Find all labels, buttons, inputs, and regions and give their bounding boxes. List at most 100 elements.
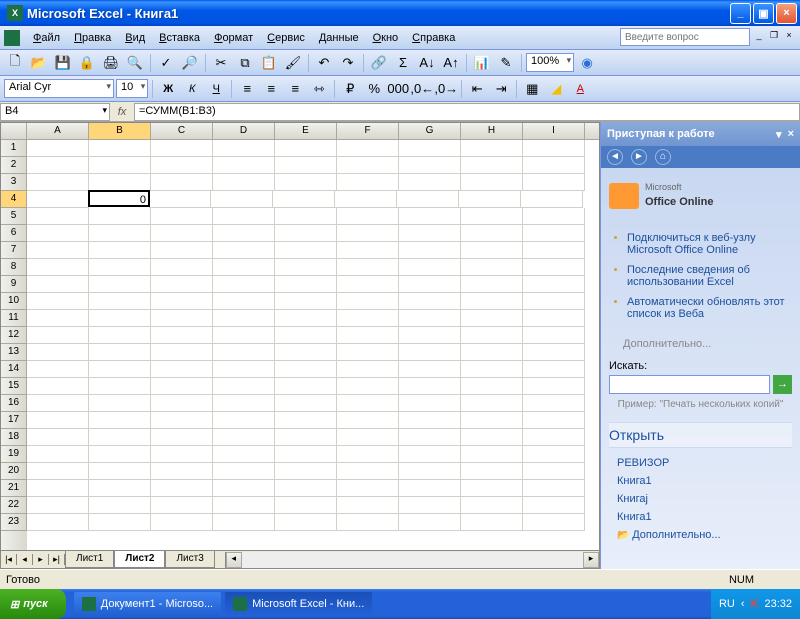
cell-F2[interactable]: [337, 157, 399, 174]
cell-F20[interactable]: [337, 463, 399, 480]
col-header-H[interactable]: H: [461, 123, 523, 139]
cell-B6[interactable]: [89, 225, 151, 242]
redo-button[interactable]: ↷: [337, 52, 359, 74]
align-right-button[interactable]: ≡: [284, 78, 306, 100]
row-header-3[interactable]: 3: [1, 174, 27, 191]
cell-F17[interactable]: [337, 412, 399, 429]
row-header-22[interactable]: 22: [1, 497, 27, 514]
recent-file-link[interactable]: Книга1: [617, 472, 784, 490]
row-header-11[interactable]: 11: [1, 310, 27, 327]
cell-F21[interactable]: [337, 480, 399, 497]
cell-F6[interactable]: [337, 225, 399, 242]
cell-C19[interactable]: [151, 446, 213, 463]
decrease-decimal-button[interactable]: ,0→: [435, 78, 457, 100]
cell-F7[interactable]: [337, 242, 399, 259]
cell-B17[interactable]: [89, 412, 151, 429]
help-button[interactable]: ◉: [576, 52, 598, 74]
start-button[interactable]: ⊞пуск: [0, 589, 66, 619]
cell-I10[interactable]: [523, 293, 585, 310]
cell-D13[interactable]: [213, 344, 275, 361]
taskpane-back-icon[interactable]: ◄: [607, 149, 623, 165]
tab-next-button[interactable]: ▸: [33, 554, 49, 565]
cell-F16[interactable]: [337, 395, 399, 412]
spellcheck-button[interactable]: ✓: [155, 52, 177, 74]
cell-E12[interactable]: [275, 327, 337, 344]
col-header-B[interactable]: B: [89, 123, 151, 139]
cell-A1[interactable]: [27, 140, 89, 157]
cell-G3[interactable]: [399, 174, 461, 191]
cell-G11[interactable]: [399, 310, 461, 327]
cell-I9[interactable]: [523, 276, 585, 293]
cell-A22[interactable]: [27, 497, 89, 514]
row-header-15[interactable]: 15: [1, 378, 27, 395]
menu-Сервис[interactable]: Сервис: [260, 29, 312, 47]
cell-E16[interactable]: [275, 395, 337, 412]
cell-E23[interactable]: [275, 514, 337, 531]
row-header-12[interactable]: 12: [1, 327, 27, 344]
cell-A23[interactable]: [27, 514, 89, 531]
row-header-6[interactable]: 6: [1, 225, 27, 242]
sort-asc-button[interactable]: A↓: [416, 52, 438, 74]
italic-button[interactable]: К: [181, 78, 203, 100]
row-header-5[interactable]: 5: [1, 208, 27, 225]
cell-C8[interactable]: [151, 259, 213, 276]
cell-H13[interactable]: [461, 344, 523, 361]
cell-F9[interactable]: [337, 276, 399, 293]
row-header-7[interactable]: 7: [1, 242, 27, 259]
cell-A16[interactable]: [27, 395, 89, 412]
permissions-button[interactable]: 🔒: [76, 52, 98, 74]
cell-F5[interactable]: [337, 208, 399, 225]
mdi-close[interactable]: ×: [782, 30, 796, 42]
cell-G18[interactable]: [399, 429, 461, 446]
cell-H3[interactable]: [461, 174, 523, 191]
cell-A10[interactable]: [27, 293, 89, 310]
cell-E3[interactable]: [275, 174, 337, 191]
cell-C16[interactable]: [151, 395, 213, 412]
cell-E6[interactable]: [275, 225, 337, 242]
cell-C11[interactable]: [151, 310, 213, 327]
taskpane-more-link[interactable]: Дополнительно...: [623, 338, 792, 350]
cell-I1[interactable]: [523, 140, 585, 157]
cell-G23[interactable]: [399, 514, 461, 531]
cell-H9[interactable]: [461, 276, 523, 293]
row-header-17[interactable]: 17: [1, 412, 27, 429]
percent-button[interactable]: %: [363, 78, 385, 100]
cell-B2[interactable]: [89, 157, 151, 174]
open-more-link[interactable]: Дополнительно...: [617, 526, 784, 544]
cell-E21[interactable]: [275, 480, 337, 497]
cell-D3[interactable]: [213, 174, 275, 191]
taskbar-item[interactable]: Microsoft Excel - Кни...: [225, 592, 372, 616]
cell-A13[interactable]: [27, 344, 89, 361]
tab-first-button[interactable]: |◂: [1, 554, 17, 565]
cell-A15[interactable]: [27, 378, 89, 395]
increase-decimal-button[interactable]: ,0←: [411, 78, 433, 100]
cell-C15[interactable]: [151, 378, 213, 395]
cell-E9[interactable]: [275, 276, 337, 293]
cell-E7[interactable]: [275, 242, 337, 259]
comma-button[interactable]: 000: [387, 78, 409, 100]
cut-button[interactable]: ✂: [210, 52, 232, 74]
menu-Правка[interactable]: Правка: [67, 29, 118, 47]
cell-H12[interactable]: [461, 327, 523, 344]
cell-I4[interactable]: [521, 191, 583, 208]
cell-H6[interactable]: [461, 225, 523, 242]
cell-E22[interactable]: [275, 497, 337, 514]
cell-C17[interactable]: [151, 412, 213, 429]
cell-G16[interactable]: [399, 395, 461, 412]
cell-H23[interactable]: [461, 514, 523, 531]
cell-E1[interactable]: [275, 140, 337, 157]
horizontal-scrollbar[interactable]: ◂▸: [225, 552, 599, 568]
col-header-F[interactable]: F: [337, 123, 399, 139]
cell-B9[interactable]: [89, 276, 151, 293]
row-header-23[interactable]: 23: [1, 514, 27, 531]
sheet-tab-Лист3[interactable]: Лист3: [165, 551, 214, 568]
cell-G21[interactable]: [399, 480, 461, 497]
cell-D16[interactable]: [213, 395, 275, 412]
cell-A17[interactable]: [27, 412, 89, 429]
select-all-corner[interactable]: [1, 123, 27, 139]
cell-D8[interactable]: [213, 259, 275, 276]
cell-D11[interactable]: [213, 310, 275, 327]
taskpane-link[interactable]: Последние сведения об использовании Exce…: [627, 264, 788, 288]
taskpane-home-icon[interactable]: ⌂: [655, 149, 671, 165]
menu-Файл[interactable]: Файл: [26, 29, 67, 47]
